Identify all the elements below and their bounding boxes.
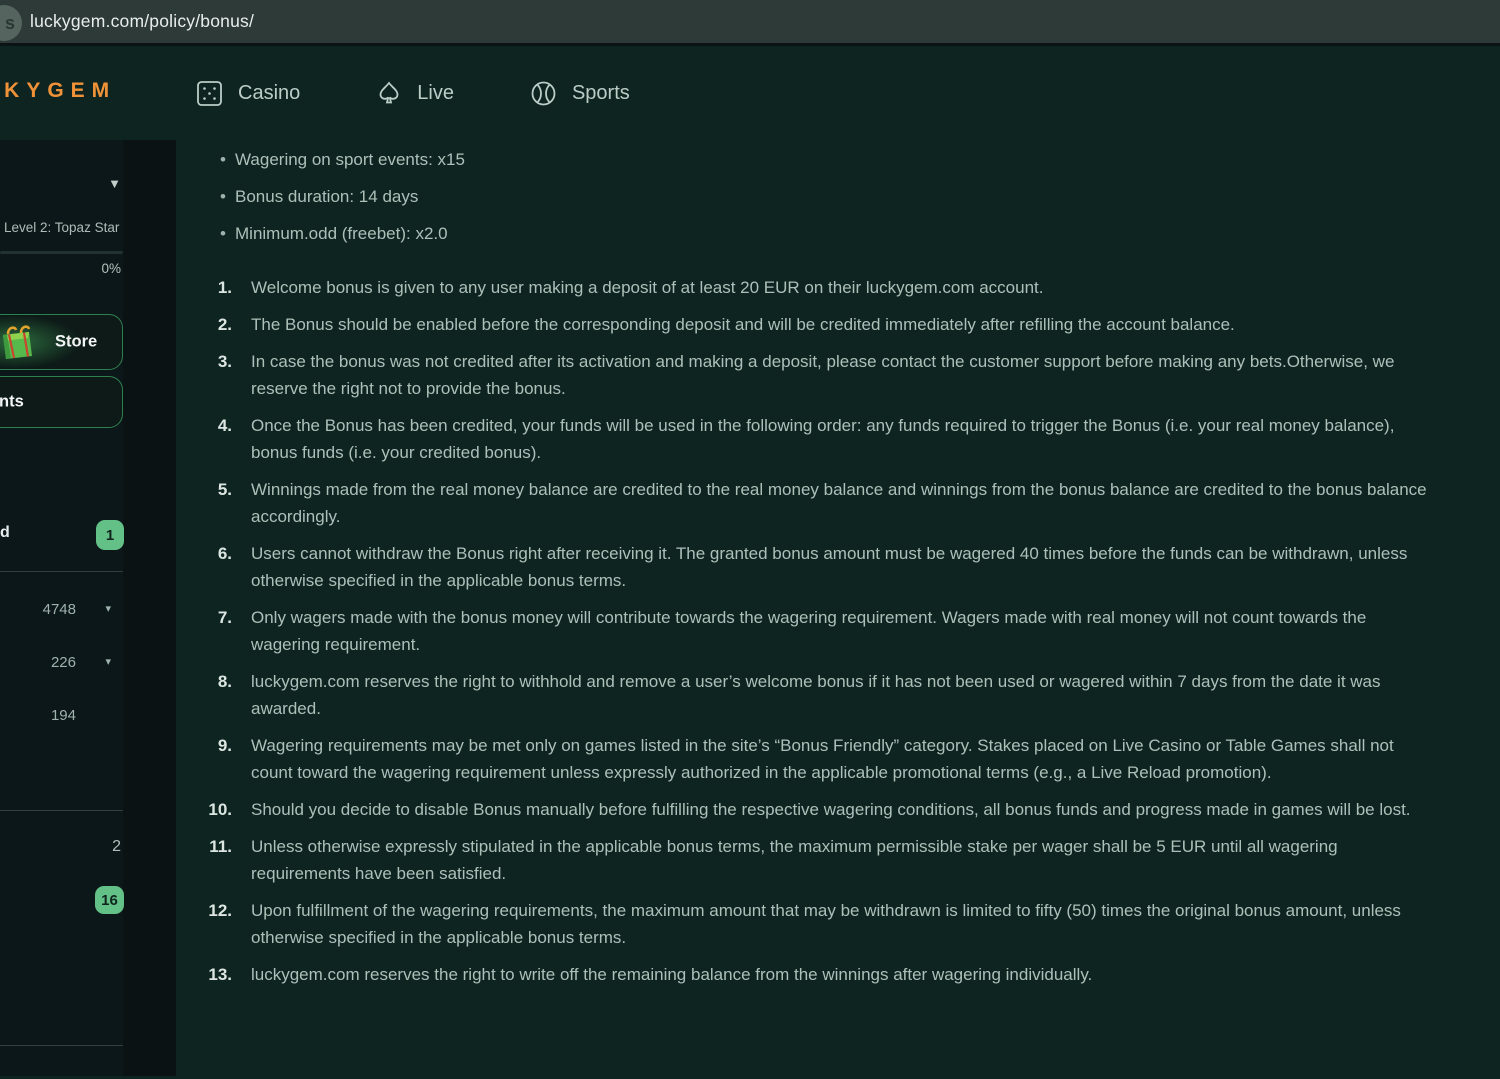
- list-item: 10. Should you decide to disable Bonus m…: [176, 796, 1438, 823]
- level-label: Level 2: Topaz Star: [4, 220, 123, 235]
- list-item: 1. Welcome bonus is given to any user ma…: [176, 274, 1438, 301]
- site-logo[interactable]: LUCKYGEM: [0, 79, 116, 103]
- sidebar-item-label-cut[interactable]: d: [0, 524, 10, 542]
- main-nav: Casino Live Sports: [196, 46, 630, 140]
- browser-url-bar: s luckygem.com/policy/bonus/: [0, 0, 1500, 46]
- tournaments-button[interactable]: nts: [0, 376, 123, 428]
- divider: [0, 810, 123, 811]
- list-item-number: 5.: [176, 476, 232, 530]
- list-item-text: Welcome bonus is given to any user makin…: [251, 274, 1043, 301]
- dice-icon: [196, 80, 223, 107]
- nav-label: Live: [417, 82, 454, 105]
- bonus-policy-content: Wagering on sport events: x15 Bonus dura…: [176, 140, 1500, 1076]
- site-favicon: s: [0, 5, 22, 41]
- category-count: 2: [112, 838, 121, 856]
- divider: [0, 1045, 123, 1046]
- tennis-ball-icon: [530, 80, 557, 107]
- category-count: 4748: [43, 601, 76, 618]
- nav-label: Casino: [238, 82, 300, 105]
- list-item-text: Should you decide to disable Bonus manua…: [251, 796, 1411, 823]
- url-field[interactable]: luckygem.com/policy/bonus/: [30, 0, 254, 43]
- count-badge: 16: [95, 886, 124, 914]
- list-item: 6. Users cannot withdraw the Bonus right…: [176, 540, 1438, 594]
- list-item-text: Winnings made from the real money balanc…: [251, 476, 1438, 530]
- list-item: 13. luckygem.com reserves the right to w…: [176, 961, 1438, 988]
- list-item-number: 7.: [176, 604, 232, 658]
- bullet-item: Bonus duration: 14 days: [220, 184, 1438, 210]
- list-item-text: Once the Bonus has been credited, your f…: [251, 412, 1438, 466]
- list-item-text: In case the bonus was not credited after…: [251, 348, 1438, 402]
- nav-label: Sports: [572, 82, 630, 105]
- sidebar-gutter: [123, 140, 176, 1076]
- bonus-summary-list: Wagering on sport events: x15 Bonus dura…: [176, 147, 1438, 247]
- list-item-text: Wagering requirements may be met only on…: [251, 732, 1438, 786]
- list-item-number: 11.: [176, 833, 232, 887]
- list-item-number: 4.: [176, 412, 232, 466]
- list-item-text: Upon fulfillment of the wagering require…: [251, 897, 1438, 951]
- list-item-number: 3.: [176, 348, 232, 402]
- list-item-text: luckygem.com reserves the right to write…: [251, 961, 1092, 988]
- list-item-number: 8.: [176, 668, 232, 722]
- category-count: 226: [51, 654, 76, 671]
- nav-item-live[interactable]: Live: [376, 80, 454, 106]
- list-item-number: 12.: [176, 897, 232, 951]
- list-item-number: 9.: [176, 732, 232, 786]
- shopping-bag-icon: [0, 322, 37, 369]
- list-item: 11. Unless otherwise expressly stipulate…: [176, 833, 1438, 887]
- chevron-down-icon[interactable]: ▾: [105, 602, 111, 615]
- count-badge: 1: [96, 520, 124, 550]
- chevron-down-icon[interactable]: ▾: [105, 655, 111, 668]
- site-header: LUCKYGEM Casino Live: [0, 46, 1500, 140]
- list-item-number: 2.: [176, 311, 232, 338]
- list-item: 12. Upon fulfillment of the wagering req…: [176, 897, 1438, 951]
- bullet-item: Minimum.odd (freebet): x2.0: [220, 221, 1438, 247]
- list-item: 2. The Bonus should be enabled before th…: [176, 311, 1438, 338]
- list-item: 4. Once the Bonus has been credited, you…: [176, 412, 1438, 466]
- list-item: 9. Wagering requirements may be met only…: [176, 732, 1438, 786]
- list-item: 5. Winnings made from the real money bal…: [176, 476, 1438, 530]
- sidebar: ▼ Level 2: Topaz Star 0% Store nts d 1: [0, 140, 123, 1076]
- list-item-text: The Bonus should be enabled before the c…: [251, 311, 1235, 338]
- list-item: 8. luckygem.com reserves the right to wi…: [176, 668, 1438, 722]
- list-item: 3. In case the bonus was not credited af…: [176, 348, 1438, 402]
- store-button-label: Store: [55, 333, 97, 352]
- category-count: 194: [51, 707, 76, 724]
- list-item-number: 13.: [176, 961, 232, 988]
- list-item-text: luckygem.com reserves the right to withh…: [251, 668, 1438, 722]
- divider: [0, 571, 123, 572]
- list-item: 7. Only wagers made with the bonus money…: [176, 604, 1438, 658]
- list-item-number: 10.: [176, 796, 232, 823]
- list-item-text: Unless otherwise expressly stipulated in…: [251, 833, 1438, 887]
- bonus-terms-list: 1. Welcome bonus is given to any user ma…: [176, 274, 1438, 988]
- bullet-item: Wagering on sport events: x15: [220, 147, 1438, 173]
- level-progress-bar: [0, 251, 123, 254]
- spade-icon: [376, 80, 402, 106]
- nav-item-casino[interactable]: Casino: [196, 80, 300, 107]
- list-item-text: Only wagers made with the bonus money wi…: [251, 604, 1438, 658]
- chevron-down-icon[interactable]: ▼: [108, 176, 121, 191]
- list-item-number: 6.: [176, 540, 232, 594]
- nav-item-sports[interactable]: Sports: [530, 80, 630, 107]
- list-item-number: 1.: [176, 274, 232, 301]
- tournaments-button-label: nts: [0, 393, 24, 412]
- store-button[interactable]: Store: [0, 314, 123, 370]
- list-item-text: Users cannot withdraw the Bonus right af…: [251, 540, 1438, 594]
- level-progress-percent: 0%: [101, 261, 121, 276]
